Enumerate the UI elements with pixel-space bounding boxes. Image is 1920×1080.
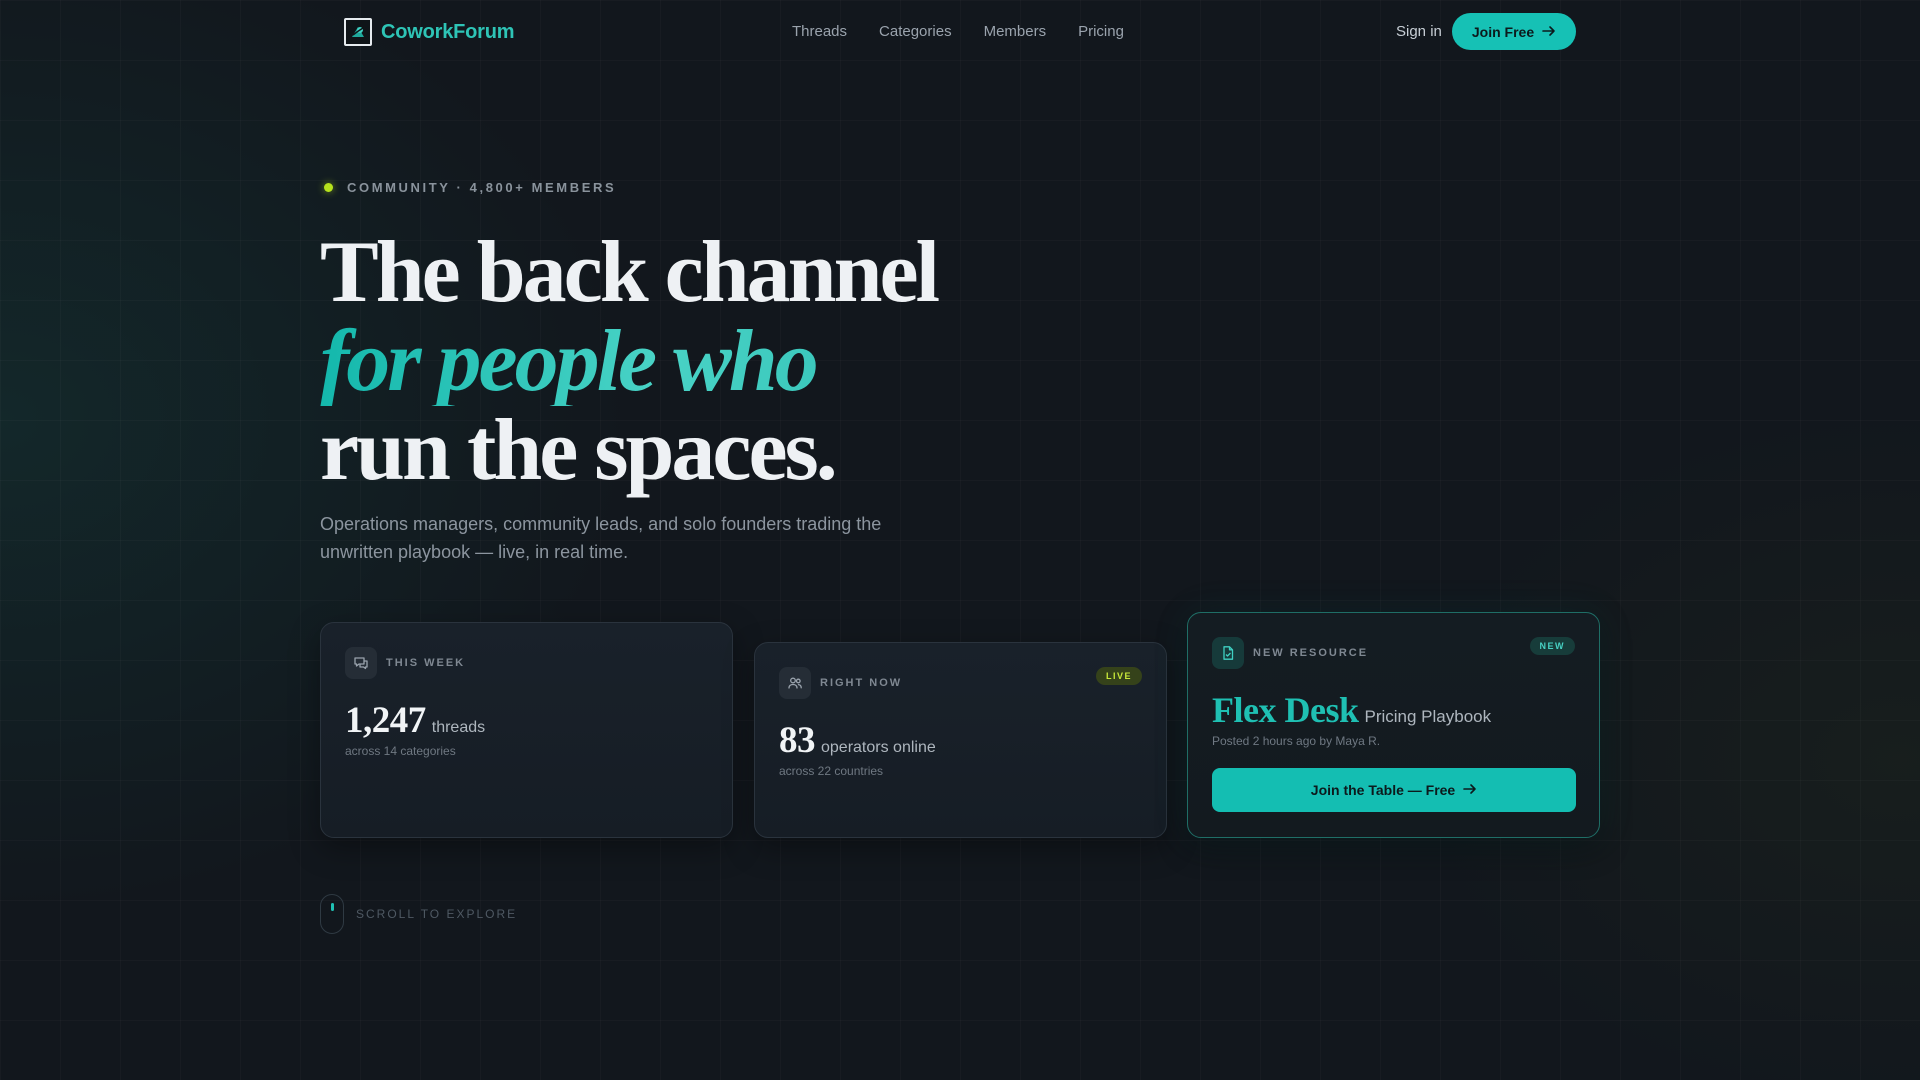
- hero-subhead: Operations managers, community leads, an…: [320, 510, 940, 566]
- eyebrow-text: COMMUNITY · 4,800+ MEMBERS: [347, 180, 617, 195]
- card-label: NEW RESOURCE: [1253, 647, 1369, 659]
- sign-in-link[interactable]: Sign in: [1396, 23, 1442, 40]
- brand-name: CoworkForum: [381, 20, 515, 43]
- join-free-label: Join Free: [1471, 23, 1535, 40]
- nav-link-categories[interactable]: Categories: [879, 23, 952, 40]
- threads-subtext: across 14 categories: [345, 744, 456, 758]
- top-nav: CoworkForum Threads Categories Members P…: [0, 0, 1920, 64]
- card-header: RIGHT NOW: [779, 667, 902, 699]
- card-label: THIS WEEK: [386, 657, 466, 669]
- headline-line-1: The back channel: [320, 224, 940, 321]
- nav-links: Threads Categories Members Pricing: [792, 23, 1124, 40]
- join-table-label: Join the Table — Free: [1310, 782, 1456, 798]
- resource-title: Flex Desk Pricing Playbook: [1212, 689, 1491, 731]
- card-header: NEW RESOURCE: [1212, 637, 1368, 669]
- brand-logo-icon: [344, 18, 372, 46]
- headline-line-3: run the spaces.: [320, 402, 838, 499]
- join-table-button[interactable]: Join the Table — Free: [1212, 768, 1576, 812]
- nav-link-pricing[interactable]: Pricing: [1078, 23, 1124, 40]
- chat-bubbles-icon: [345, 647, 377, 679]
- arrow-right-icon: [1542, 24, 1556, 40]
- join-free-button[interactable]: Join Free: [1452, 13, 1576, 50]
- scroll-indicator[interactable]: SCROLL TO EXPLORE: [320, 894, 517, 934]
- new-resource-card: NEW RESOURCE NEW Flex Desk Pricing Playb…: [1187, 612, 1600, 838]
- nav-link-members[interactable]: Members: [984, 23, 1047, 40]
- subhead-line-2: unwritten playbook — live, in real time.: [320, 542, 629, 562]
- stat: 1,247 threads: [345, 699, 485, 742]
- subhead-line-1: Operations managers, community leads, an…: [320, 514, 882, 534]
- card-label: RIGHT NOW: [820, 677, 903, 689]
- hero-headline: The back channel for people who run the …: [320, 224, 940, 499]
- new-badge: NEW: [1529, 637, 1575, 655]
- arrow-right-icon: [1463, 782, 1477, 798]
- status-dot: [324, 183, 333, 192]
- mouse-icon: [320, 894, 344, 934]
- resource-title-sub: Pricing Playbook: [1364, 707, 1492, 726]
- background-grid: [0, 0, 1920, 1080]
- mouse-wheel: [331, 903, 334, 911]
- nav-link-threads[interactable]: Threads: [792, 23, 847, 40]
- live-badge: LIVE: [1095, 667, 1142, 685]
- users-icon: [779, 667, 811, 699]
- operators-subtext: across 22 countries: [779, 764, 884, 778]
- this-week-card: THIS WEEK 1,247 threads across 14 catego…: [320, 622, 733, 838]
- card-header: THIS WEEK: [345, 647, 465, 679]
- community-eyebrow: COMMUNITY · 4,800+ MEMBERS: [324, 180, 616, 195]
- threads-unit: threads: [431, 719, 486, 736]
- brand-link[interactable]: CoworkForum: [344, 18, 515, 46]
- headline-line-2: for people who: [320, 317, 937, 406]
- right-now-card: RIGHT NOW LIVE 83 operators online acros…: [754, 642, 1167, 838]
- threads-count: 1,247: [345, 700, 426, 741]
- page: CoworkForum Threads Categories Members P…: [0, 0, 1920, 1080]
- stat: 83 operators online: [779, 719, 936, 762]
- operators-count: 83: [779, 720, 816, 761]
- resource-title-main: Flex Desk: [1212, 690, 1359, 730]
- document-icon: [1212, 637, 1244, 669]
- operators-unit: operators online: [821, 739, 936, 756]
- resource-meta: Posted 2 hours ago by Maya R.: [1212, 734, 1381, 748]
- scroll-label: SCROLL TO EXPLORE: [356, 907, 518, 921]
